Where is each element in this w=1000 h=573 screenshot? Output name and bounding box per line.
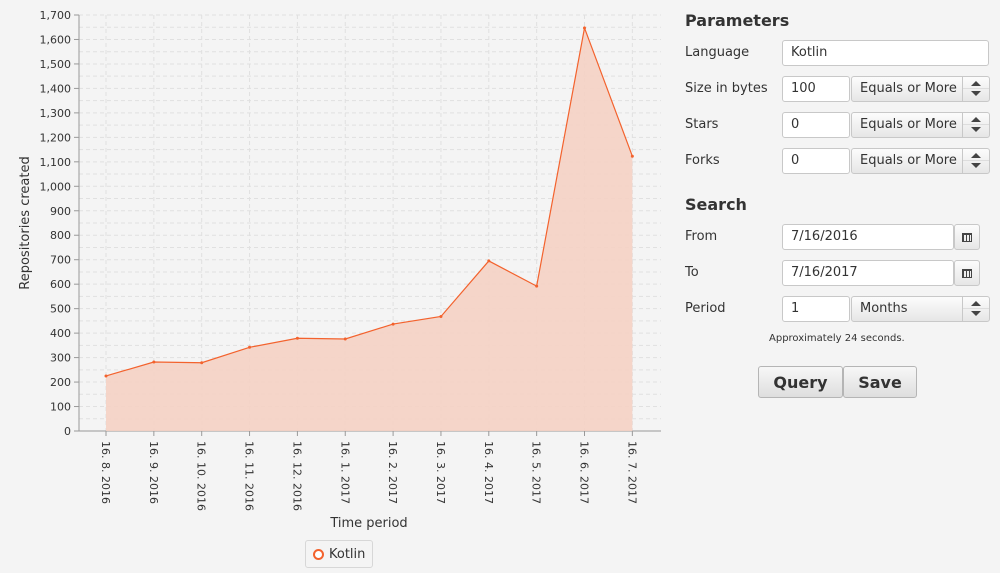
y-tick-label: 0 — [64, 425, 71, 438]
language-label: Language — [685, 45, 750, 60]
period-label: Period — [685, 301, 726, 316]
x-tick-label: 16. 6. 2017 — [578, 441, 591, 504]
forks-label: Forks — [685, 153, 720, 168]
x-tick-label: 16. 4. 2017 — [482, 441, 495, 504]
spinner-arrows-icon[interactable] — [962, 113, 989, 137]
y-tick-label: 400 — [50, 327, 71, 340]
x-tick-label: 16. 12. 2016 — [290, 441, 303, 511]
calendar-icon — [962, 268, 972, 278]
spinner-arrows-icon[interactable] — [962, 149, 989, 173]
y-tick-label: 200 — [50, 376, 71, 389]
from-date-picker-button[interactable] — [954, 224, 980, 250]
x-tick-label: 16. 9. 2016 — [147, 441, 160, 504]
y-tick-label: 1,700 — [40, 9, 72, 22]
legend-label: Kotlin — [329, 546, 366, 562]
duration-hint: Approximately 24 seconds. — [769, 333, 905, 344]
forks-mode-value: Equals or More — [860, 153, 957, 168]
y-tick-label: 900 — [50, 205, 71, 218]
y-axis-title: Repositories created — [18, 156, 33, 289]
data-point — [104, 374, 108, 378]
y-tick-label: 600 — [50, 278, 71, 291]
to-label: To — [685, 265, 699, 280]
forks-input[interactable]: 0 — [782, 148, 850, 174]
data-point — [343, 337, 347, 341]
from-label: From — [685, 229, 718, 244]
y-tick-label: 100 — [50, 401, 71, 414]
size-label: Size in bytes — [685, 81, 768, 96]
query-panel: Parameters Language Kotlin Size in bytes… — [685, 0, 995, 573]
y-tick-label: 800 — [50, 229, 71, 242]
period-input[interactable]: 1 — [782, 296, 850, 322]
data-point — [391, 322, 395, 326]
y-tick-label: 300 — [50, 352, 71, 365]
x-axis-title: Time period — [329, 516, 407, 531]
data-point — [152, 360, 156, 364]
language-input[interactable]: Kotlin — [782, 40, 989, 66]
area-chart: 0 100 200 300 400 500 600 700 800 900 1,000 1,100 1,… — [0, 0, 670, 573]
size-mode-value: Equals or More — [860, 81, 957, 96]
from-date-input[interactable]: 7/16/2016 — [782, 224, 954, 250]
chart-legend: Kotlin — [305, 540, 374, 568]
data-point — [487, 259, 491, 263]
period-unit-value: Months — [860, 301, 908, 316]
stars-mode-spinner[interactable]: Equals or More — [851, 112, 990, 138]
parameters-title: Parameters — [685, 11, 790, 30]
y-tick-label: 1,600 — [40, 33, 72, 46]
x-tick-label: 16. 11. 2016 — [243, 441, 256, 511]
period-unit-spinner[interactable]: Months — [851, 296, 990, 322]
y-tick-label: 1,000 — [40, 180, 72, 193]
y-tick-label: 1,500 — [40, 58, 72, 71]
calendar-icon — [962, 232, 972, 242]
stars-input[interactable]: 0 — [782, 112, 850, 138]
y-tick-label: 1,300 — [40, 107, 72, 120]
data-point — [200, 361, 204, 365]
data-point — [295, 336, 299, 340]
query-button[interactable]: Query — [758, 366, 843, 398]
x-tick-label: 16. 8. 2016 — [99, 441, 112, 504]
stars-label: Stars — [685, 117, 719, 132]
y-tick-label: 1,400 — [40, 82, 72, 95]
x-tick-label: 16. 3. 2017 — [434, 441, 447, 504]
y-tick-label: 1,200 — [40, 131, 72, 144]
x-tick-label: 16. 10. 2016 — [195, 441, 208, 511]
to-date-picker-button[interactable] — [954, 260, 980, 286]
to-date-input[interactable]: 7/16/2017 — [782, 260, 954, 286]
data-point — [535, 284, 539, 288]
data-point — [583, 26, 586, 30]
data-point — [630, 154, 634, 158]
y-tick-label: 500 — [50, 303, 71, 316]
stars-mode-value: Equals or More — [860, 117, 957, 132]
y-tick-label: 700 — [50, 254, 71, 267]
spinner-arrows-icon[interactable] — [962, 77, 989, 101]
save-button[interactable]: Save — [843, 366, 917, 398]
x-tick-label: 16. 5. 2017 — [530, 441, 543, 504]
data-point — [248, 345, 252, 349]
search-title: Search — [685, 195, 747, 214]
x-tick-label: 16. 7. 2017 — [625, 441, 638, 504]
legend-marker-icon — [313, 548, 324, 560]
data-point — [439, 314, 443, 318]
size-input[interactable]: 100 — [782, 76, 850, 102]
y-tick-label: 1,100 — [40, 156, 72, 169]
x-tick-label: 16. 2. 2017 — [386, 441, 399, 504]
x-tick-label: 16. 1. 2017 — [338, 441, 351, 504]
spinner-arrows-icon[interactable] — [962, 297, 989, 321]
size-mode-spinner[interactable]: Equals or More — [851, 76, 990, 102]
forks-mode-spinner[interactable]: Equals or More — [851, 148, 990, 174]
chart-canvas: 0 100 200 300 400 500 600 700 800 900 1,000 1,100 1,… — [18, 9, 661, 531]
